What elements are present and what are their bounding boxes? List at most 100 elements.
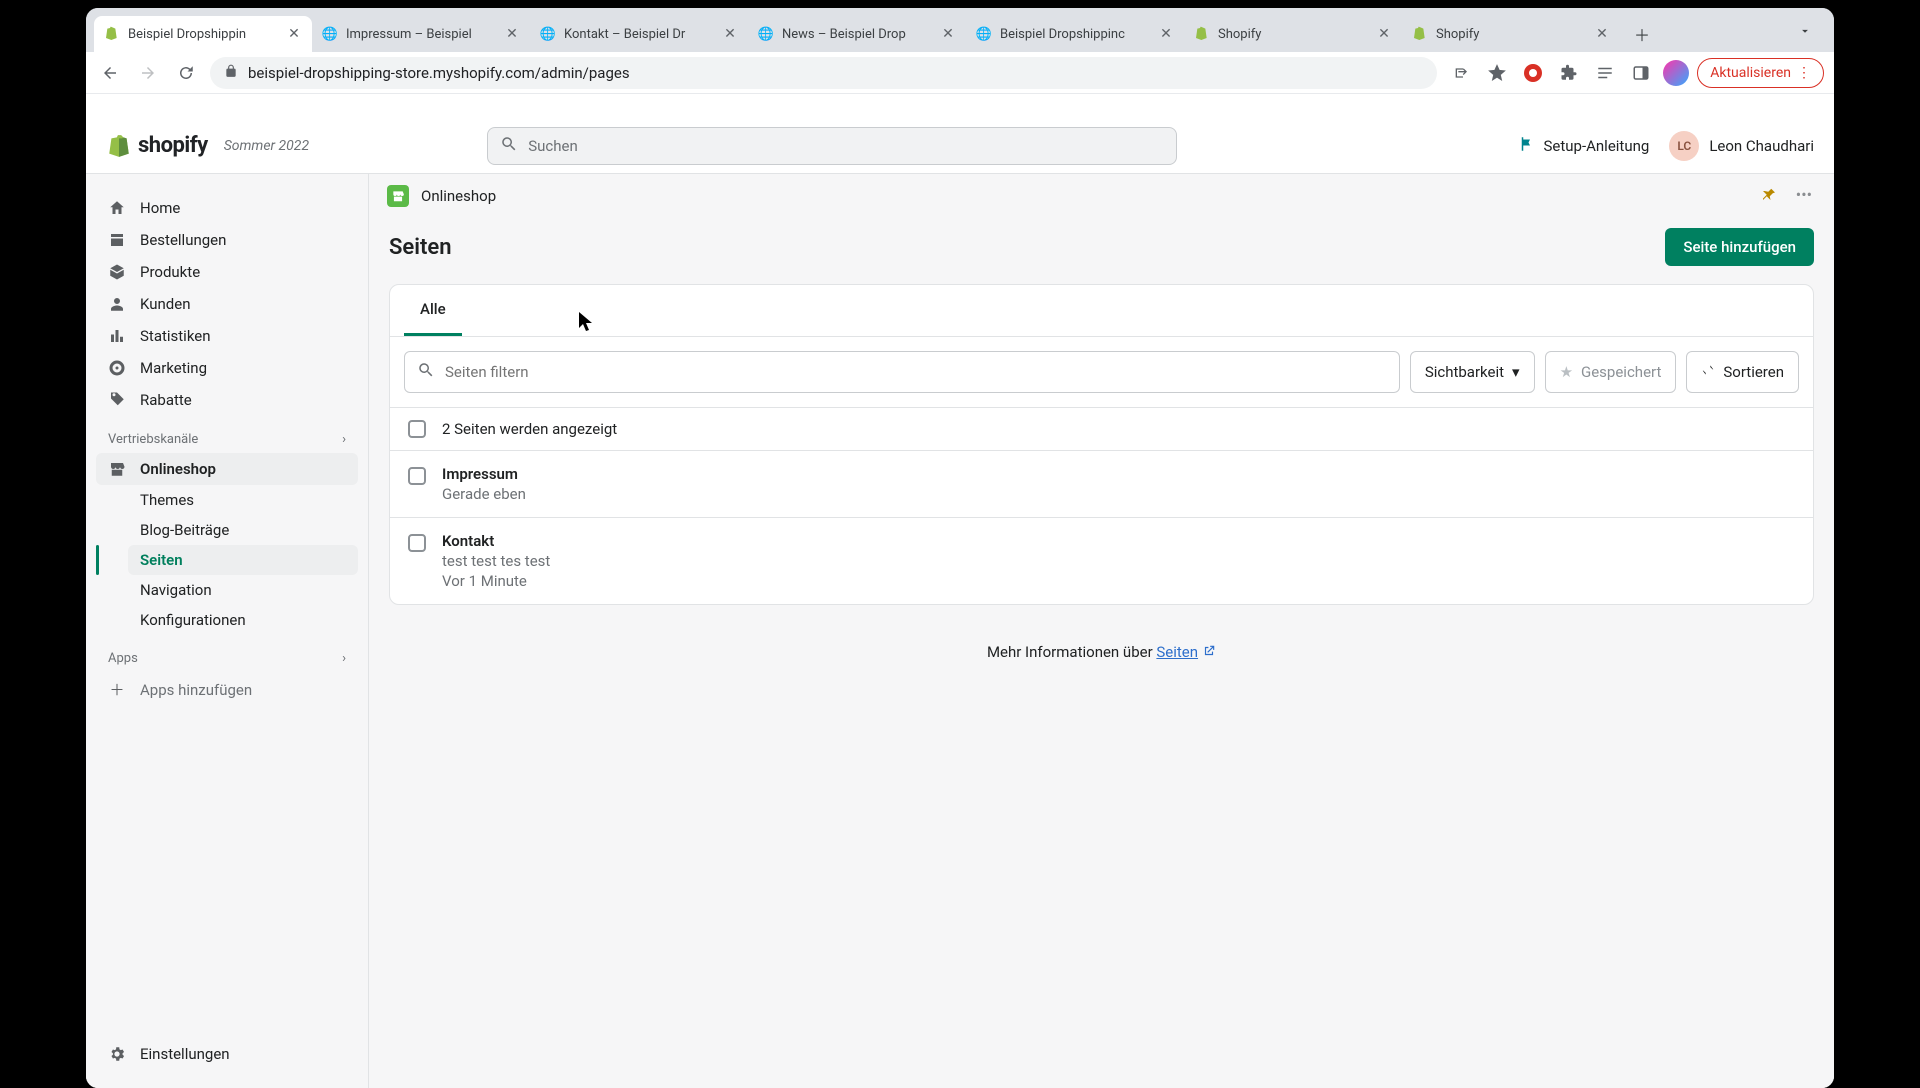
browser-tab[interactable]: 🌐 Impressum – Beispiel ✕: [312, 16, 530, 52]
row-checkbox[interactable]: [408, 534, 426, 552]
sidebar-item-label: Marketing: [140, 359, 207, 377]
sidebar-item-discounts[interactable]: Rabatte: [96, 384, 358, 416]
row-title: Kontakt: [442, 532, 550, 550]
saved-filter[interactable]: ★Gespeichert: [1545, 351, 1677, 393]
sidebar-sub-blogposts[interactable]: Blog-Beiträge: [128, 515, 358, 545]
select-all-checkbox[interactable]: [408, 420, 426, 438]
sidebar-item-label: Konfigurationen: [140, 611, 246, 629]
close-icon[interactable]: ✕: [940, 26, 956, 42]
sidebar-item-label: Bestellungen: [140, 231, 226, 249]
kebab-icon: ⋮: [1797, 65, 1811, 81]
bookmark-icon[interactable]: [1483, 59, 1511, 87]
sidebar-item-products[interactable]: Produkte: [96, 256, 358, 288]
sidebar-item-label: Einstellungen: [140, 1045, 230, 1063]
sidebar-item-home[interactable]: Home: [96, 192, 358, 224]
globe-favicon-icon: 🌐: [758, 26, 774, 42]
search-input[interactable]: Suchen: [487, 127, 1177, 165]
chevron-right-icon[interactable]: ›: [342, 651, 346, 666]
browser-tab[interactable]: Shopify ✕: [1402, 16, 1620, 52]
close-icon[interactable]: ✕: [1594, 26, 1610, 42]
tab-title: Beispiel Dropshippin: [128, 27, 278, 42]
table-row[interactable]: Impressum Gerade eben: [390, 450, 1813, 517]
row-title: Impressum: [442, 465, 526, 483]
sidebar-item-orders[interactable]: Bestellungen: [96, 224, 358, 256]
close-icon[interactable]: ✕: [722, 26, 738, 42]
pin-icon[interactable]: [1756, 181, 1782, 211]
sidebar-sub-preferences[interactable]: Konfigurationen: [128, 605, 358, 635]
visibility-filter[interactable]: Sichtbarkeit▾: [1410, 351, 1535, 393]
new-tab-button[interactable]: ＋: [1628, 20, 1656, 48]
lock-icon: [224, 64, 238, 82]
analytics-icon: [108, 327, 126, 345]
back-button[interactable]: [96, 59, 124, 87]
sidebar-item-onlinestore[interactable]: Onlineshop: [96, 453, 358, 485]
filter-input[interactable]: [404, 351, 1400, 393]
footer-link[interactable]: Seiten: [1156, 643, 1198, 661]
extensions-icon[interactable]: [1555, 59, 1583, 87]
sidebar-sub-themes[interactable]: Themes: [128, 485, 358, 515]
sidebar-add-apps[interactable]: ＋Apps hinzufügen: [96, 672, 358, 707]
profile-avatar[interactable]: [1663, 60, 1689, 86]
sidebar-item-label: Apps hinzufügen: [140, 681, 252, 699]
add-page-button[interactable]: Seite hinzufügen: [1665, 228, 1814, 266]
sidebar-item-analytics[interactable]: Statistiken: [96, 320, 358, 352]
close-icon[interactable]: ✕: [1158, 26, 1174, 42]
count-label: 2 Seiten werden angezeigt: [442, 420, 617, 438]
filter-field[interactable]: [445, 363, 1387, 381]
sidebar-section-apps: Apps ›: [96, 635, 358, 672]
brand-text: shopify: [138, 133, 208, 158]
tab-overflow-button[interactable]: [1792, 17, 1818, 48]
sidebar-item-marketing[interactable]: Marketing: [96, 352, 358, 384]
forward-button[interactable]: [134, 59, 162, 87]
footer-note: Mehr Informationen über Seiten: [369, 625, 1834, 680]
browser-tab[interactable]: 🌐 News – Beispiel Drop ✕: [748, 16, 966, 52]
chevron-right-icon[interactable]: ›: [342, 432, 346, 447]
shopify-logo[interactable]: shopify: [106, 133, 208, 159]
sidebar-sub-navigation[interactable]: Navigation: [128, 575, 358, 605]
main-content: Onlineshop ••• Seiten Seite hinzufügen A…: [368, 174, 1834, 1088]
app-header: shopify Sommer 2022 Suchen Setup-Anleitu…: [86, 118, 1834, 174]
row-checkbox[interactable]: [408, 467, 426, 485]
search-icon: [417, 361, 435, 383]
tab-title: Impressum – Beispiel: [346, 27, 496, 42]
close-icon[interactable]: ✕: [286, 26, 302, 42]
browser-tab[interactable]: Beispiel Dropshippin ✕: [94, 16, 312, 52]
sidebar-item-settings[interactable]: Einstellungen: [96, 1038, 358, 1070]
close-icon[interactable]: ✕: [1376, 26, 1392, 42]
side-panel-icon[interactable]: [1627, 59, 1655, 87]
gear-icon: [108, 1045, 126, 1063]
more-icon[interactable]: •••: [1792, 181, 1816, 211]
tab-all[interactable]: Alle: [404, 285, 462, 336]
browser-toolbar: beispiel-dropshipping-store.myshopify.co…: [86, 52, 1834, 94]
reload-button[interactable]: [172, 59, 200, 87]
sidebar-item-label: Home: [140, 199, 180, 217]
products-icon: [108, 263, 126, 281]
browser-tab[interactable]: 🌐 Kontakt – Beispiel Dr ✕: [530, 16, 748, 52]
close-icon[interactable]: ✕: [504, 26, 520, 42]
share-icon[interactable]: [1447, 59, 1475, 87]
setup-guide-button[interactable]: Setup-Anleitung: [1518, 135, 1650, 157]
external-link-icon: [1202, 644, 1216, 662]
card-tabs: Alle: [390, 285, 1813, 337]
sidebar-sub-pages[interactable]: Seiten: [128, 545, 358, 575]
browser-tab[interactable]: Shopify ✕: [1184, 16, 1402, 52]
user-menu[interactable]: LC Leon Chaudhari: [1669, 131, 1814, 161]
sidebar-item-label: Rabatte: [140, 391, 192, 409]
star-icon: ★: [1560, 363, 1573, 381]
search-icon: [500, 135, 518, 157]
browser-tab[interactable]: 🌐 Beispiel Dropshippinc ✕: [966, 16, 1184, 52]
table-row[interactable]: Kontakt test test tes test Vor 1 Minute: [390, 517, 1813, 604]
extension-badge-icon[interactable]: [1519, 59, 1547, 87]
update-label: Aktualisieren: [1710, 65, 1791, 81]
marketing-icon: [108, 359, 126, 377]
sort-icon: [1701, 363, 1715, 381]
reading-list-icon[interactable]: [1591, 59, 1619, 87]
address-bar[interactable]: beispiel-dropshipping-store.myshopify.co…: [210, 57, 1437, 89]
user-avatar: LC: [1669, 131, 1699, 161]
sidebar-item-customers[interactable]: Kunden: [96, 288, 358, 320]
sort-button[interactable]: Sortieren: [1686, 351, 1799, 393]
globe-favicon-icon: 🌐: [322, 26, 338, 42]
store-icon: [108, 460, 126, 478]
update-button[interactable]: Aktualisieren ⋮: [1697, 58, 1824, 88]
tab-title: Kontakt – Beispiel Dr: [564, 27, 714, 42]
